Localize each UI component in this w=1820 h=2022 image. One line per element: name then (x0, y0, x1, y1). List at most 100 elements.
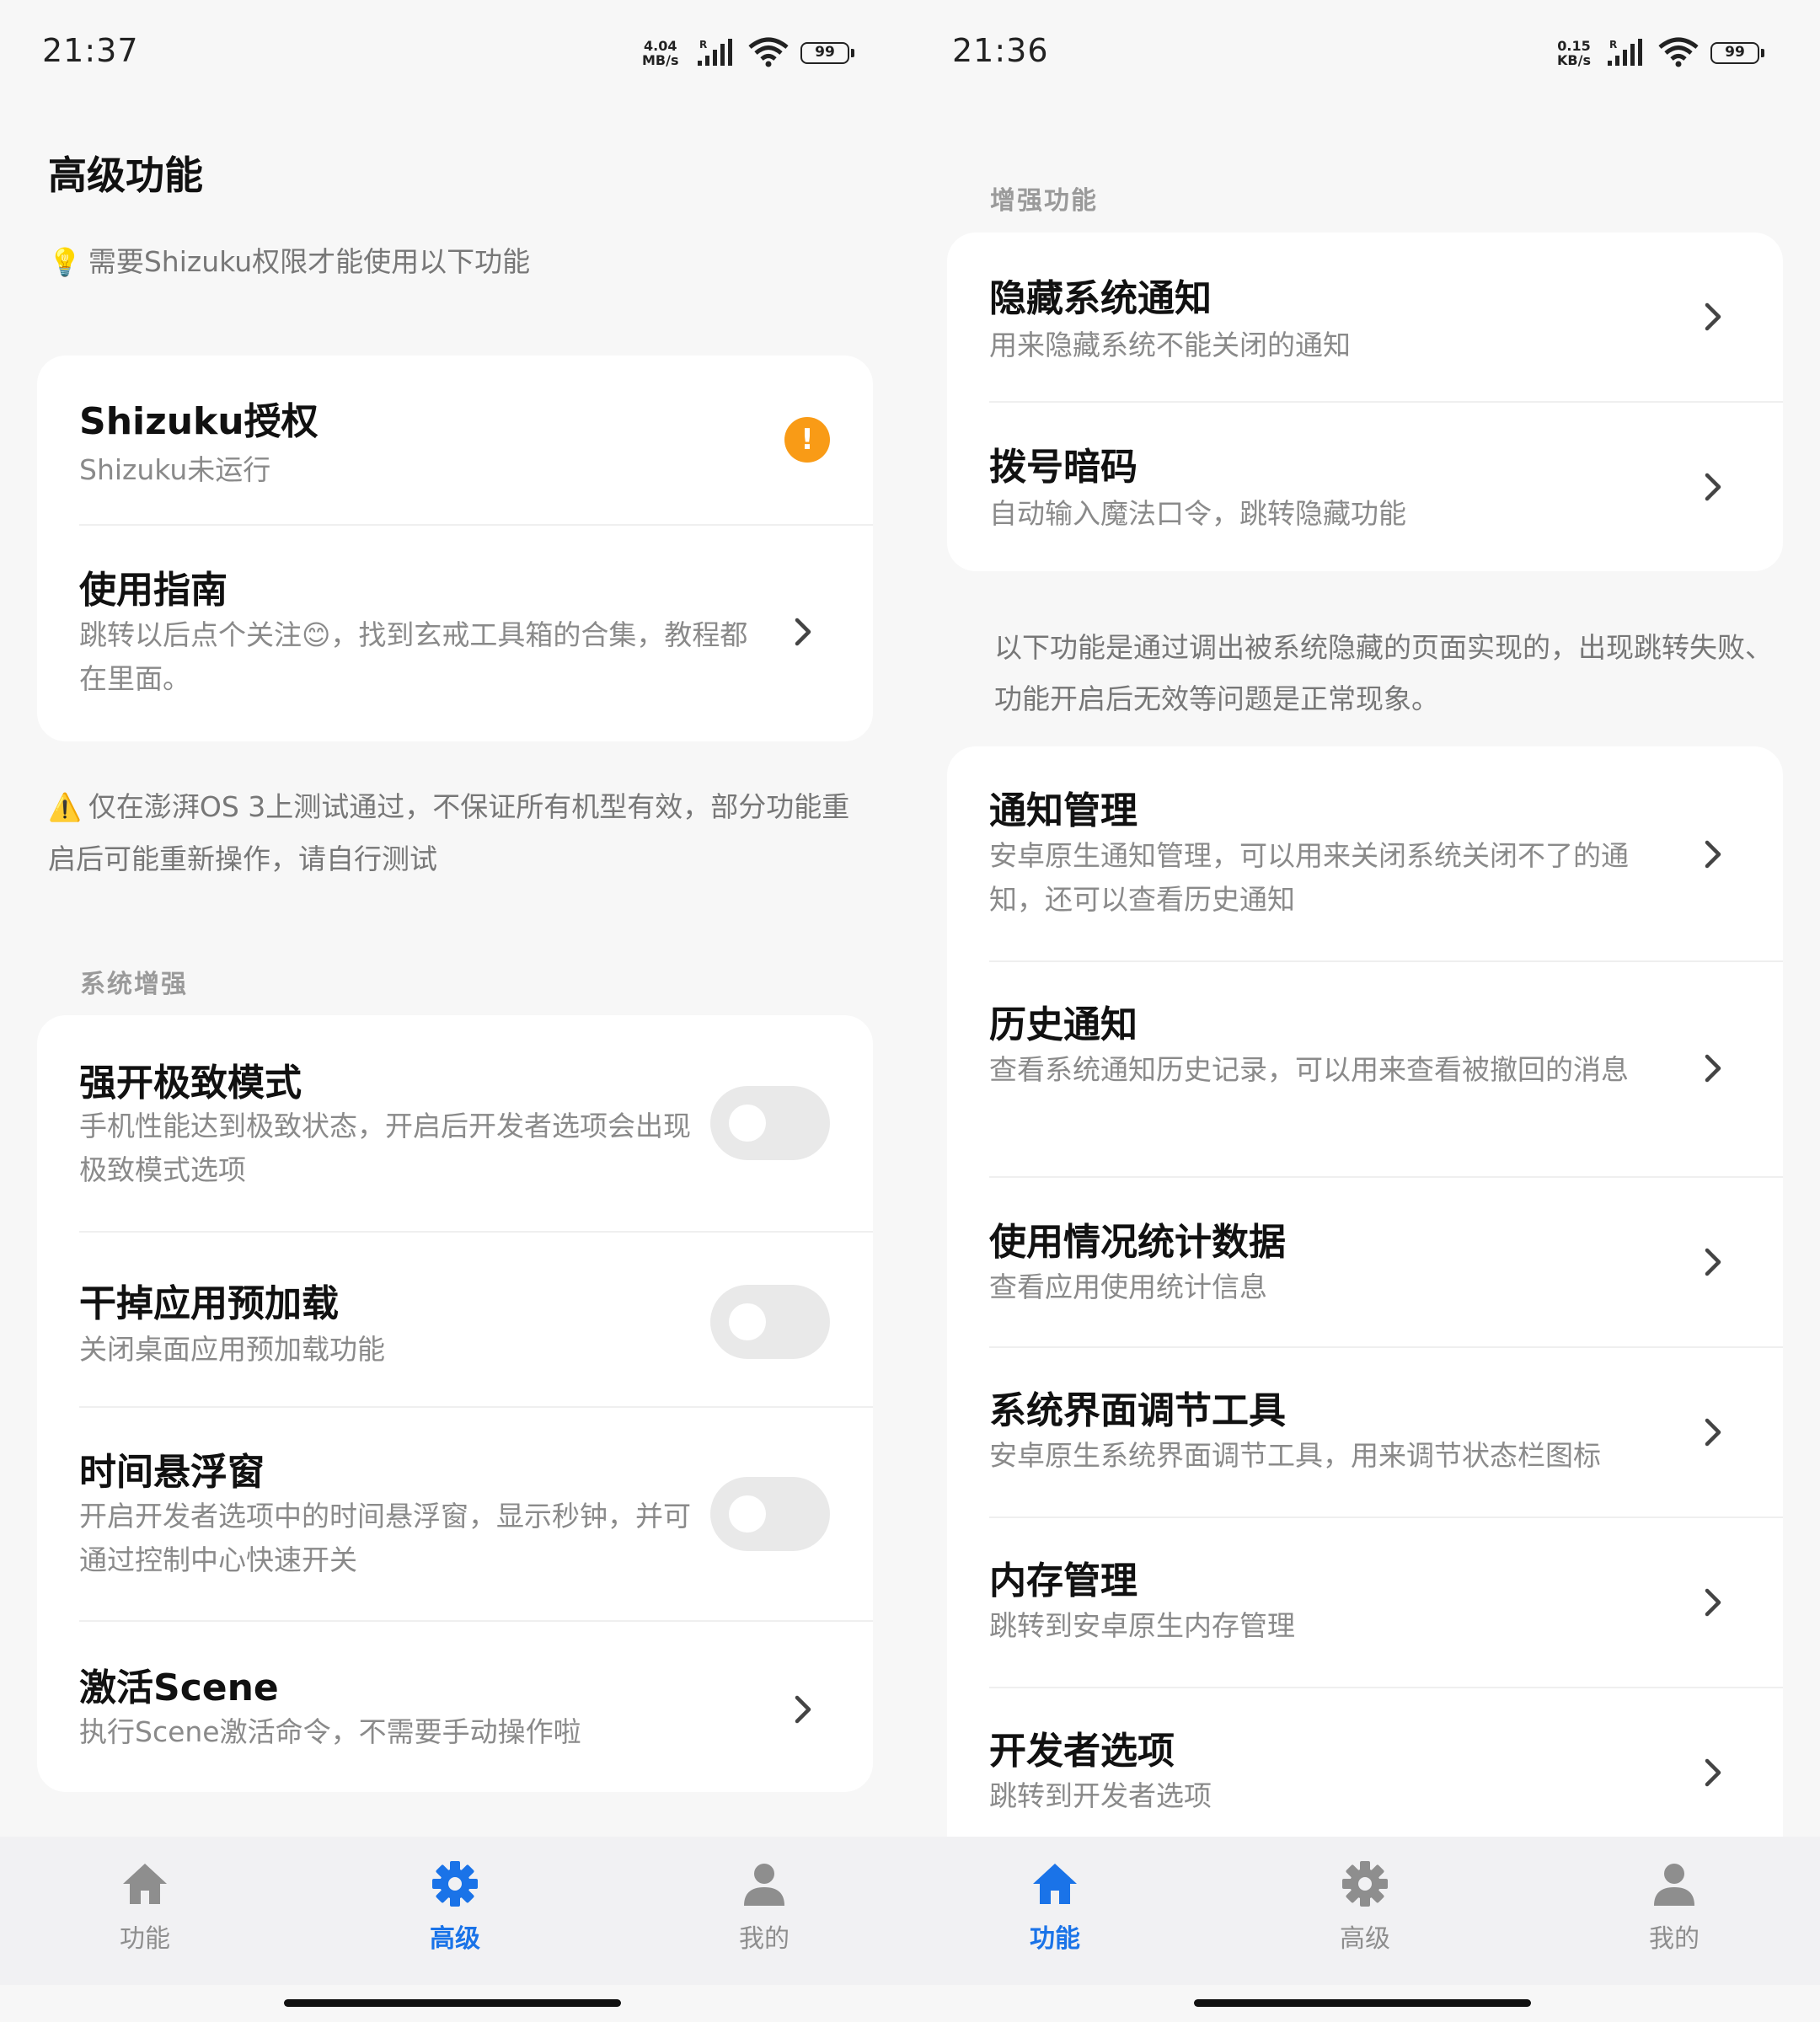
chevron-right-icon (795, 1695, 811, 1724)
nav-item-profile[interactable]: 我的 (663, 1860, 865, 1970)
nav-label-features: 功能 (1030, 1924, 1080, 1954)
section-label-system: 系统增强 (80, 970, 188, 999)
usage-guide-subtitle: 跳转以后点个关注😊，找到玄戒工具箱的合集，教程都在里面。 (79, 618, 748, 695)
memory-manager-row[interactable]: 内存管理 跳转到安卓原生内存管理 (947, 1518, 1783, 1687)
person-icon (1654, 1864, 1694, 1906)
lightbulb-icon: 💡 (48, 246, 82, 278)
hide-notifications-subtitle: 用来隐藏系统不能关闭的通知 (989, 329, 1351, 361)
dial-codes-row[interactable]: 拨号暗码 自动输入魔法口令，跳转隐藏功能 (947, 403, 1783, 571)
shizuku-notice: 💡 需要Shizuku权限才能使用以下功能 (48, 236, 874, 288)
memory-manager-subtitle: 跳转到安卓原生内存管理 (989, 1609, 1295, 1642)
usage-guide-title: 使用指南 (79, 569, 228, 612)
developer-options-subtitle: 跳转到开发者选项 (989, 1779, 1212, 1812)
system-enhance-card: 强开极致模式 手机性能达到极致状态，开启后开发者选项会出现极致模式选项 干掉应用… (37, 1015, 873, 1792)
usage-stats-row[interactable]: 使用情况统计数据 查看应用使用统计信息 (947, 1178, 1783, 1346)
chevron-right-icon (1705, 1588, 1721, 1617)
toggle-knob (729, 1303, 766, 1340)
developer-options-row[interactable]: 开发者选项 跳转到开发者选项 (947, 1688, 1783, 1857)
nav-item-features[interactable]: 功能 (954, 1860, 1156, 1970)
time-overlay-title: 时间悬浮窗 (79, 1451, 265, 1494)
chevron-right-icon (1705, 302, 1721, 331)
status-time: 21:36 (952, 32, 1049, 69)
home-icon (1033, 1864, 1077, 1904)
activate-scene-subtitle: 执行Scene激活命令，不需要手动操作啦 (79, 1715, 581, 1748)
chevron-right-icon (795, 618, 811, 646)
advanced-screen: 21:37 4.04 MB/s R 99 高级功能 💡 需要Shizuku权限才能… (0, 0, 910, 2022)
toggle-knob (729, 1105, 766, 1142)
signal-icon: R (698, 39, 732, 66)
chevron-right-icon (1705, 840, 1721, 869)
hide-notifications-title: 隐藏系统通知 (989, 277, 1212, 320)
preload-title: 干掉应用预加载 (79, 1282, 339, 1325)
chevron-right-icon (1705, 1418, 1721, 1447)
extreme-mode-row: 强开极致模式 手机性能达到极致状态，开启后开发者选项会出现极致模式选项 (37, 1015, 873, 1231)
person-icon (744, 1864, 784, 1906)
warning-badge-icon: ! (784, 417, 830, 463)
status-bar: 21:36 0.15 KB/s R 99 (910, 32, 1820, 74)
shizuku-auth-status: Shizuku未运行 (79, 453, 271, 486)
section-label-enhanced: 增强功能 (990, 186, 1098, 216)
nav-item-features[interactable]: 功能 (44, 1860, 246, 1970)
notification-manager-title: 通知管理 (989, 789, 1138, 832)
chevron-right-icon (1705, 1758, 1721, 1787)
warning-icon: ⚠️ (48, 791, 82, 823)
chevron-right-icon (1705, 1248, 1721, 1276)
compatibility-warning: ⚠️ 仅在澎湃OS 3上测试通过，不保证所有机型有效，部分功能重启后可能重新操作，… (48, 781, 857, 885)
extreme-mode-toggle[interactable] (710, 1086, 830, 1160)
notification-history-title: 历史通知 (989, 1003, 1138, 1046)
toggle-knob (729, 1495, 766, 1533)
warning-text: 仅在澎湃OS 3上测试通过，不保证所有机型有效，部分功能重启后可能重新操作，请自… (48, 790, 850, 875)
preload-row: 干掉应用预加载 关闭桌面应用预加载功能 (37, 1233, 873, 1406)
shizuku-auth-row[interactable]: Shizuku授权 Shizuku未运行 ! (37, 356, 873, 524)
net-speed-unit: KB/s (1557, 52, 1591, 68)
net-speed-value: 4.04 (644, 38, 677, 54)
nav-item-profile[interactable]: 我的 (1573, 1860, 1775, 1970)
home-icon (123, 1864, 167, 1904)
nav-item-advanced[interactable]: 高级 (1264, 1860, 1466, 1970)
svg-text:R: R (699, 39, 707, 51)
notification-manager-row[interactable]: 通知管理 安卓原生通知管理，可以用来关闭系统关闭不了的通知，还可以查看历史通知 (947, 746, 1783, 960)
extreme-mode-title: 强开极致模式 (79, 1062, 302, 1105)
signal-icon: R (1608, 39, 1642, 66)
preload-subtitle: 关闭桌面应用预加载功能 (79, 1333, 385, 1366)
hide-notifications-row[interactable]: 隐藏系统通知 用来隐藏系统不能关闭的通知 (947, 233, 1783, 401)
battery-indicator: 99 (1710, 42, 1764, 64)
net-speed-unit: MB/s (642, 52, 679, 68)
time-overlay-toggle[interactable] (710, 1477, 830, 1551)
memory-manager-title: 内存管理 (989, 1559, 1138, 1602)
gear-icon (1342, 1861, 1388, 1907)
features-screen: 21:36 0.15 KB/s R 99 增强功能 隐藏系统通知 用来隐藏系统不… (910, 0, 1820, 2022)
nav-item-advanced[interactable]: 高级 (354, 1860, 556, 1970)
battery-indicator: 99 (800, 42, 854, 64)
activate-scene-title: 激活Scene (79, 1666, 279, 1709)
preload-toggle[interactable] (710, 1285, 830, 1359)
system-ui-tuner-row[interactable]: 系统界面调节工具 安卓原生系统界面调节工具，用来调节状态栏图标 (947, 1348, 1783, 1516)
extreme-mode-subtitle: 手机性能达到极致状态，开启后开发者选项会出现极致模式选项 (79, 1110, 691, 1186)
notification-history-subtitle: 查看系统通知历史记录，可以用来查看被撤回的消息 (989, 1053, 1629, 1086)
wifi-icon (1658, 37, 1699, 67)
notice-text: 需要Shizuku权限才能使用以下功能 (88, 245, 531, 278)
nav-label-features: 功能 (120, 1924, 170, 1954)
system-pages-card: 通知管理 安卓原生通知管理，可以用来关闭系统关闭不了的通知，还可以查看历史通知 … (947, 746, 1783, 1892)
nav-label-profile: 我的 (739, 1924, 790, 1954)
nav-label-advanced: 高级 (430, 1924, 480, 1954)
wifi-icon (748, 37, 789, 67)
dial-codes-subtitle: 自动输入魔法口令，跳转隐藏功能 (989, 497, 1406, 530)
dial-codes-title: 拨号暗码 (989, 446, 1138, 489)
bottom-nav: 功能 高级 我的 (910, 1837, 1820, 1985)
system-ui-tuner-subtitle: 安卓原生系统界面调节工具，用来调节状态栏图标 (989, 1439, 1601, 1472)
usage-stats-title: 使用情况统计数据 (989, 1221, 1286, 1264)
gear-icon (432, 1861, 478, 1907)
system-ui-tuner-title: 系统界面调节工具 (989, 1389, 1286, 1432)
notification-history-row[interactable]: 历史通知 查看系统通知历史记录，可以用来查看被撤回的消息 (947, 962, 1783, 1176)
usage-guide-row[interactable]: 使用指南 跳转以后点个关注😊，找到玄戒工具箱的合集，教程都在里面。 (37, 526, 873, 741)
svg-text:R: R (1609, 39, 1617, 51)
home-indicator[interactable] (1194, 1999, 1531, 2007)
hidden-pages-info: 以下功能是通过调出被系统隐藏的页面实现的，出现跳转失败、功能开启后无效等问题是正… (994, 631, 1773, 715)
enhanced-card: 隐藏系统通知 用来隐藏系统不能关闭的通知 拨号暗码 自动输入魔法口令，跳转隐藏功… (947, 233, 1783, 571)
activate-scene-row[interactable]: 激活Scene 执行Scene激活命令，不需要手动操作啦 (37, 1622, 873, 1792)
home-indicator[interactable] (284, 1999, 621, 2007)
notification-manager-subtitle: 安卓原生通知管理，可以用来关闭系统关闭不了的通知，还可以查看历史通知 (989, 839, 1629, 916)
net-speed: 0.15 KB/s (1557, 39, 1591, 67)
bottom-nav: 功能 高级 我的 (0, 1837, 910, 1985)
